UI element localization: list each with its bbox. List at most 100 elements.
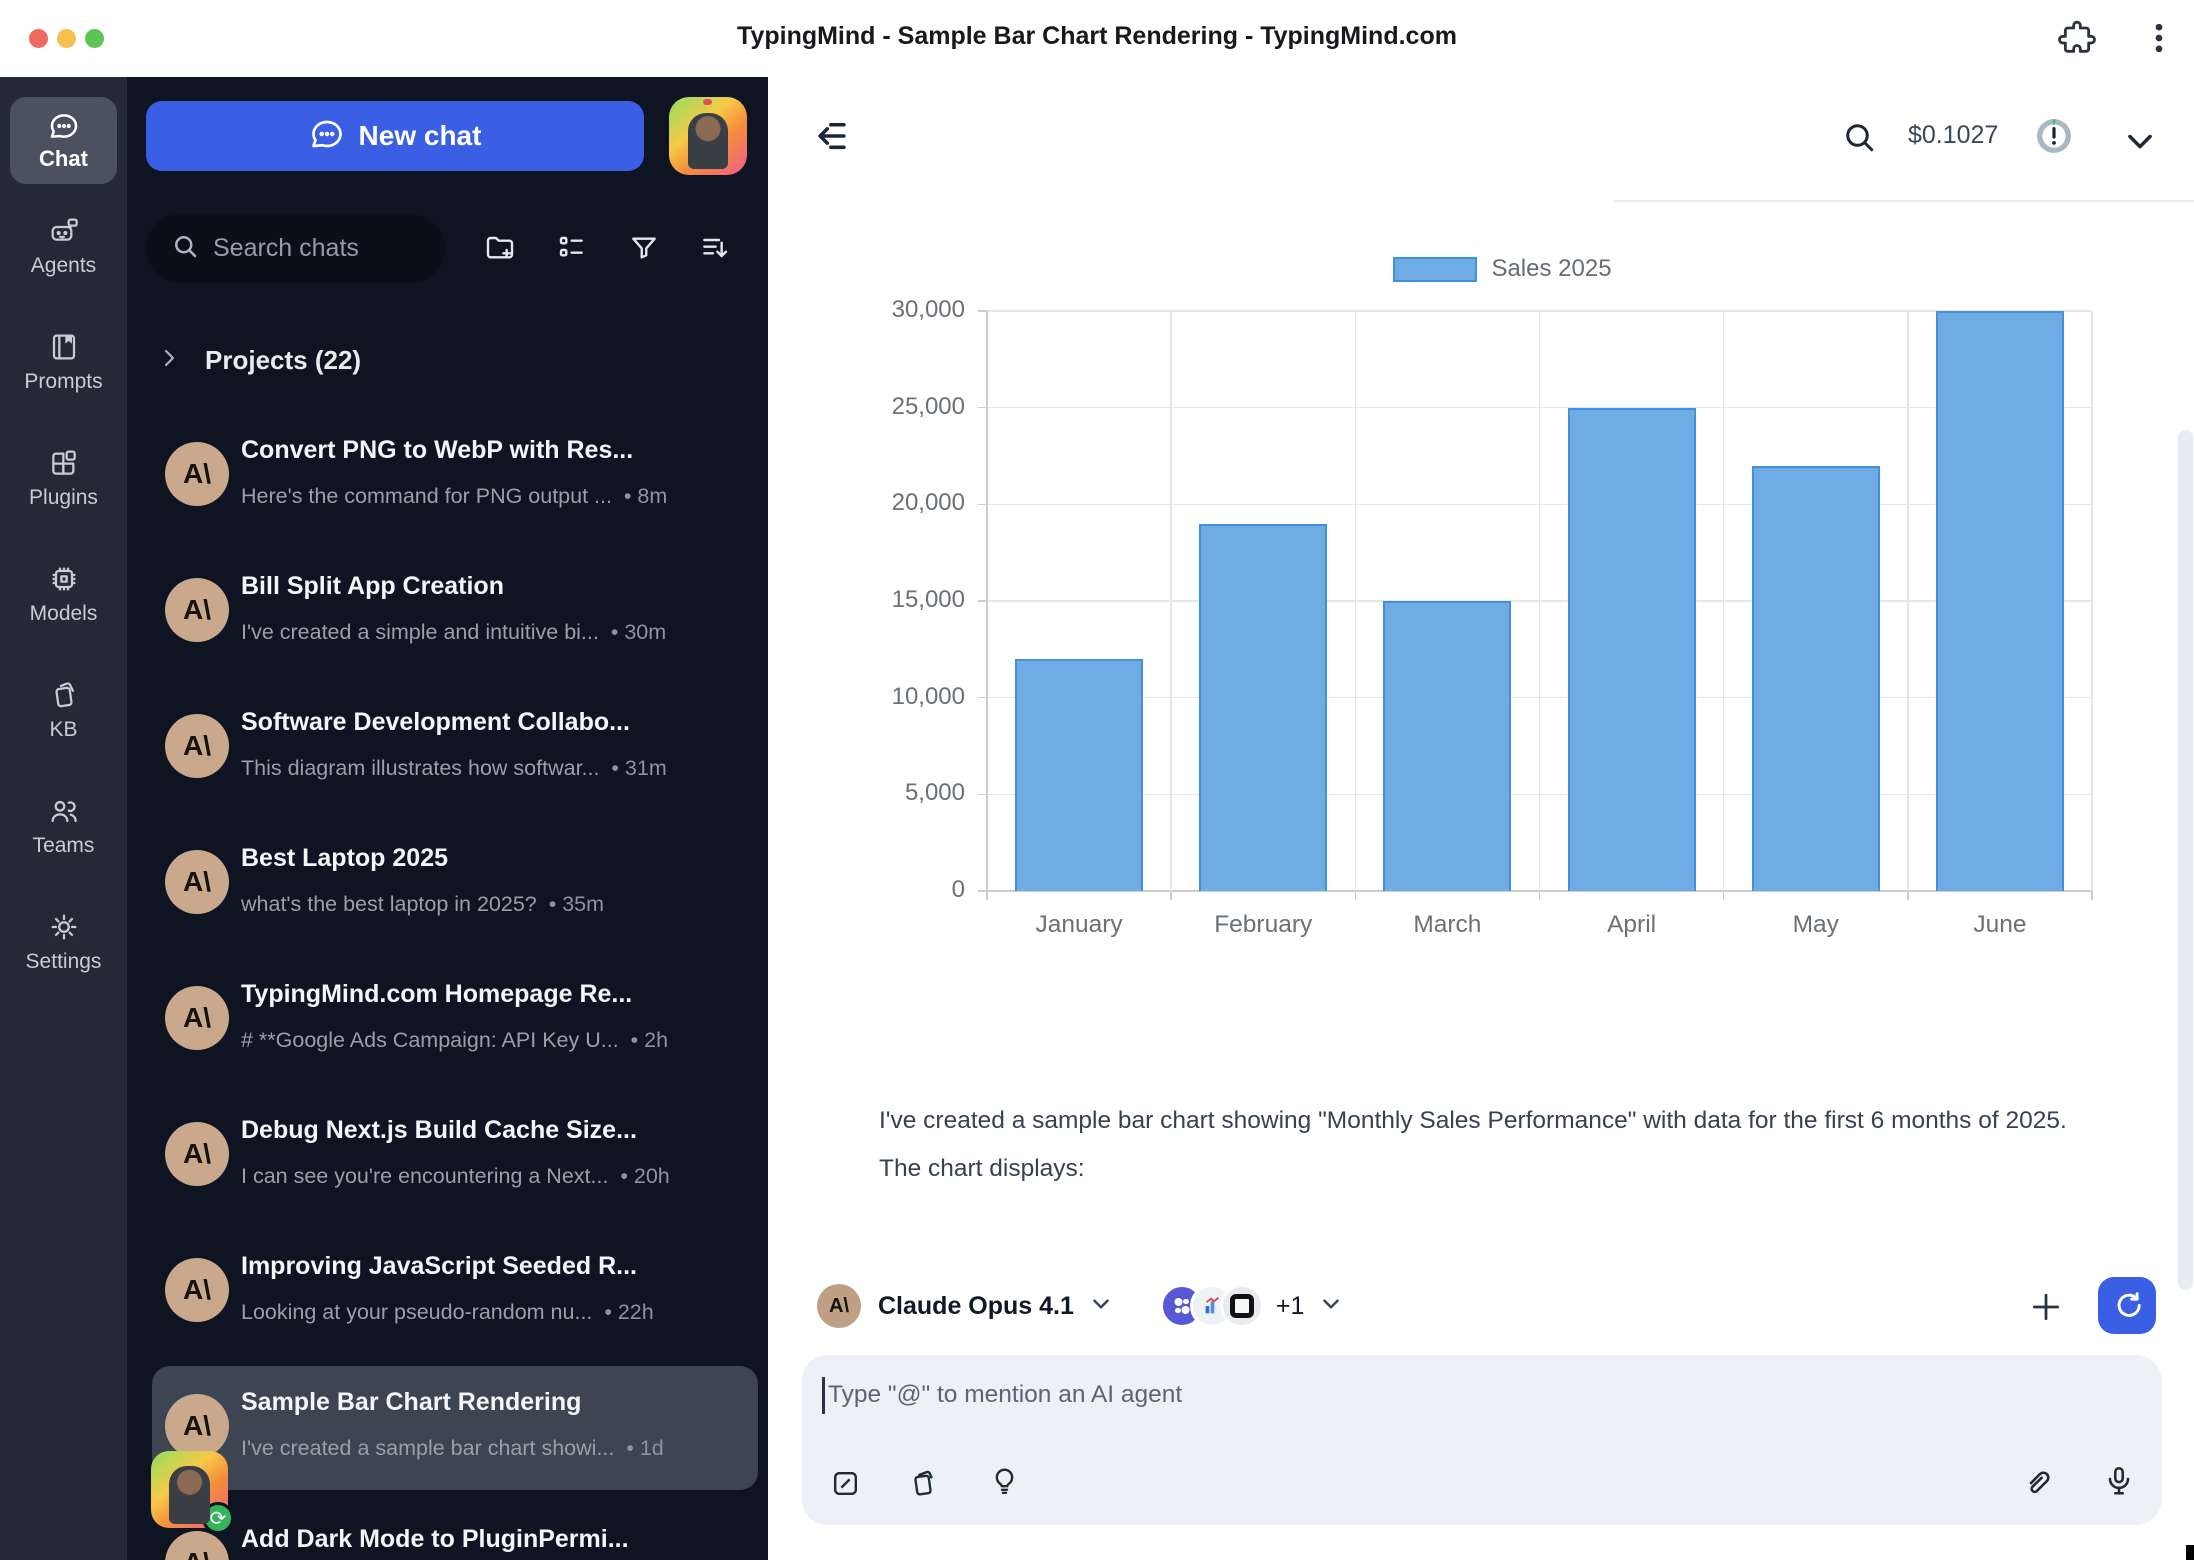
plugin-badge-square-icon (1220, 1284, 1264, 1328)
grid-plugin-icon (48, 447, 80, 479)
lightbulb-icon[interactable] (988, 1465, 1021, 1503)
pages-copy-icon[interactable] (907, 1467, 940, 1505)
model-chevron-down-icon[interactable] (1088, 1291, 1114, 1322)
nav-rail: Chat Agents Prompts (0, 77, 127, 1560)
window-titlebar: TypingMind - Sample Bar Chart Rendering … (0, 0, 2194, 77)
browser-menu-kebab-icon[interactable] (2139, 18, 2179, 58)
chat-list-item-selected[interactable]: A\ Sample Bar Chart Rendering I've creat… (152, 1366, 758, 1490)
copies-icon (48, 679, 80, 711)
nav-label-settings: Settings (26, 950, 102, 974)
chat-snippet: This diagram illustrates how softwar... … (241, 756, 746, 781)
input-placeholder: Type "@" to mention an AI agent (828, 1381, 1182, 1409)
legend-swatch (1393, 257, 1477, 282)
anthropic-avatar: A\ (165, 578, 229, 642)
usage-alert-ring-icon[interactable] (2035, 117, 2073, 160)
nav-item-plugins[interactable]: Plugins (0, 447, 127, 510)
chat-list-item[interactable]: A\ Bill Split App Creation I've created … (152, 550, 758, 674)
anthropic-avatar: A\ (165, 442, 229, 506)
chat-list-item[interactable]: A\ Software Development Collabo... This … (152, 686, 758, 810)
nav-item-teams[interactable]: Teams (0, 795, 127, 858)
nav-label-prompts: Prompts (24, 370, 102, 394)
chat-title: Convert PNG to WebP with Res... (241, 436, 741, 465)
projects-section-header[interactable]: Projects (22) (157, 345, 361, 376)
canvas-edit-icon[interactable] (829, 1467, 862, 1505)
usage-cost[interactable]: $0.1027 (1908, 121, 1998, 150)
chat-list-item[interactable]: A\ TypingMind.com Homepage Re... # **Goo… (152, 958, 758, 1082)
anthropic-avatar: A\ (165, 986, 229, 1050)
chat-list-item[interactable]: A\ Improving JavaScript Seeded R... Look… (152, 1230, 758, 1354)
anthropic-avatar: A\ (165, 1258, 229, 1322)
nav-item-prompts[interactable]: Prompts (0, 331, 127, 394)
chat-snippet: what's the best laptop in 2025? • 35m (241, 892, 746, 917)
sort-descending-icon[interactable] (684, 217, 746, 279)
chevron-down-icon[interactable] (2122, 123, 2158, 164)
paperclip-icon[interactable] (2022, 1465, 2056, 1504)
new-chat-button[interactable]: New chat (146, 101, 644, 171)
chat-title: Debug Next.js Build Cache Size... (241, 1116, 741, 1145)
model-name[interactable]: Claude Opus 4.1 (878, 1292, 1074, 1321)
gear-icon (48, 911, 80, 943)
chat-title: Improving JavaScript Seeded R... (241, 1252, 741, 1281)
plugin-badges[interactable] (1160, 1284, 1264, 1328)
chat-title: Best Laptop 2025 (241, 844, 741, 873)
chat-list-item[interactable]: A\ Debug Next.js Build Cache Size... I c… (152, 1094, 758, 1218)
chat-title: Software Development Collabo... (241, 708, 741, 737)
regenerate-button[interactable] (2098, 1277, 2156, 1334)
nav-label-plugins: Plugins (29, 486, 98, 510)
nav-label-teams: Teams (33, 834, 95, 858)
extensions-puzzle-icon[interactable] (2057, 18, 2097, 58)
sync-status-badge: ⟳ (202, 1502, 234, 1534)
message-input[interactable]: Type "@" to mention an AI agent (802, 1355, 2162, 1525)
bulk-select-list-icon[interactable] (540, 217, 602, 279)
bar-chart: Sales 2025 05,00010,00015,00020,00025,00… (880, 255, 2125, 955)
microphone-icon[interactable] (2102, 1464, 2136, 1503)
conversation-area: $0.1027 Sales 2025 05,00010,00015,00020,… (768, 77, 2194, 1560)
chat-snippet: I've created a sample bar chart showi...… (241, 1436, 746, 1461)
chat-list-actions (127, 217, 768, 279)
projects-label: Projects (22) (205, 345, 361, 376)
nav-item-chat[interactable]: Chat (10, 97, 117, 184)
typingmind-app: TypingMind - Sample Bar Chart Rendering … (0, 0, 2194, 1560)
nav-item-models[interactable]: Models (0, 563, 127, 626)
account-avatar[interactable]: ⟳ (151, 1451, 228, 1528)
notification-dot (703, 99, 712, 105)
chat-list-item[interactable]: A\ Convert PNG to WebP with Res... Here'… (152, 414, 758, 538)
assistant-message-text: I've created a sample bar chart showing … (879, 1097, 2104, 1193)
chat-list-item[interactable]: A\ Add Dark Mode to PluginPermi... (152, 1503, 758, 1560)
legend-label: Sales 2025 (1491, 255, 1611, 283)
anthropic-avatar: A\ (165, 850, 229, 914)
collapse-sidebar-icon[interactable] (813, 117, 851, 160)
chat-list-item[interactable]: A\ Best Laptop 2025 what's the best lapt… (152, 822, 758, 946)
chat-title: TypingMind.com Homepage Re... (241, 980, 741, 1009)
chat-snippet: Here's the command for PNG output ... • … (241, 484, 746, 509)
window-title: TypingMind - Sample Bar Chart Rendering … (0, 22, 2194, 51)
anthropic-avatar: A\ (165, 1531, 229, 1560)
anthropic-avatar: A\ (165, 714, 229, 778)
plugins-chevron-down-icon[interactable] (1318, 1291, 1344, 1322)
chart-legend[interactable]: Sales 2025 (880, 255, 2125, 283)
plugins-overflow-count[interactable]: +1 (1276, 1292, 1305, 1321)
new-folder-icon[interactable] (469, 217, 531, 279)
chat-title: Bill Split App Creation (241, 572, 741, 601)
filter-funnel-icon[interactable] (613, 217, 675, 279)
chat-snippet: I've created a simple and intuitive bi..… (241, 620, 746, 645)
model-provider-avatar: A\ (817, 1284, 861, 1328)
nav-label-kb: KB (49, 718, 77, 742)
search-conversation-icon[interactable] (1841, 119, 1877, 160)
user-avatar[interactable] (669, 97, 747, 175)
nav-item-kb[interactable]: KB (0, 679, 127, 742)
add-attachment-plus-icon[interactable] (2029, 1290, 2063, 1324)
chat-bubble-icon (48, 110, 80, 142)
new-chat-label: New chat (359, 120, 482, 152)
nav-item-settings[interactable]: Settings (0, 911, 127, 974)
chevron-right-icon (157, 346, 181, 375)
text-caret (822, 1377, 825, 1414)
scrollbar-thumb[interactable] (2178, 430, 2193, 1290)
chat-snippet: # **Google Ads Campaign: API Key U... • … (241, 1028, 746, 1053)
chat-title: Add Dark Mode to PluginPermi... (241, 1525, 741, 1554)
nav-item-agents[interactable]: Agents (0, 215, 127, 278)
nav-label-models: Models (30, 602, 98, 626)
robot-icon (48, 215, 80, 247)
anthropic-avatar: A\ (165, 1394, 229, 1458)
content-top-divider (1613, 200, 2194, 202)
